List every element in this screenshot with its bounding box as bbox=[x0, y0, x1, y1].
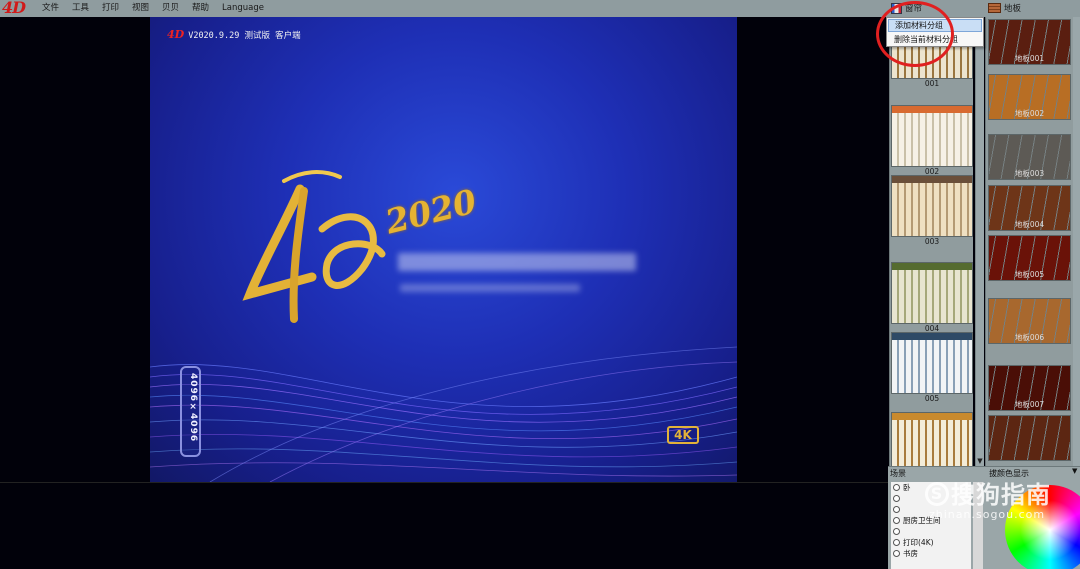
menu-tools[interactable]: 工具 bbox=[72, 2, 89, 14]
radio-icon[interactable] bbox=[893, 539, 900, 546]
menu-help[interactable]: 帮助 bbox=[192, 2, 209, 14]
curtain-label: 001 bbox=[924, 79, 940, 88]
scene-panel: 场景 卧厨房卫生间打印(4K) 书房 bbox=[888, 466, 985, 569]
scene-option[interactable] bbox=[891, 526, 971, 537]
version-label: 4D V2020.9.29 测试版 客户端 bbox=[167, 28, 301, 41]
blurred-subtitle bbox=[400, 284, 580, 292]
menu-print[interactable]: 打印 bbox=[102, 2, 119, 14]
curtain-image bbox=[891, 175, 973, 237]
floor-label: 地板004 bbox=[1014, 220, 1045, 229]
splash-screen: 4D V2020.9.29 测试版 客户端 2020 4096×4096 4K bbox=[150, 17, 737, 482]
floor-label: 地板002 bbox=[1014, 109, 1045, 118]
floor-icon bbox=[988, 3, 1001, 13]
curtain-thumbnail[interactable]: 003 bbox=[891, 175, 973, 247]
scroll-down-icon[interactable]: ▼ bbox=[977, 457, 983, 465]
curtain-thumbnail-panel: 001 002 003 004 005 bbox=[889, 17, 973, 466]
radio-icon[interactable] bbox=[893, 517, 900, 524]
floor-label: 地板007 bbox=[1014, 400, 1045, 409]
floor-thumbnail[interactable]: 地板002 bbox=[988, 74, 1071, 122]
floor-thumbnail[interactable] bbox=[988, 415, 1071, 463]
radio-icon[interactable] bbox=[893, 495, 900, 502]
blurred-slogan bbox=[398, 253, 636, 271]
menu-item-delete-material-group[interactable]: 删除当前材料分组 bbox=[888, 33, 982, 46]
mini-logo: 4D bbox=[167, 28, 185, 41]
resolution-text: 4096×4096 bbox=[188, 373, 198, 443]
scene-list: 卧厨房卫生间打印(4K) 书房 bbox=[891, 482, 971, 569]
curtain-thumbnail[interactable]: 005 bbox=[891, 332, 973, 404]
color-wheel-center bbox=[1020, 500, 1080, 560]
menu-item-add-material-group[interactable]: 添加材料分组 bbox=[888, 19, 982, 32]
radio-icon[interactable] bbox=[893, 506, 900, 513]
badge-4k: 4K bbox=[667, 426, 699, 444]
curtain-image bbox=[891, 105, 973, 167]
gold-4d-logo bbox=[242, 170, 386, 323]
floor-label: 地板001 bbox=[1014, 54, 1045, 63]
tab-floor-label: 地板 bbox=[1004, 4, 1022, 14]
menu-language[interactable]: Language bbox=[222, 2, 264, 14]
scene-option[interactable] bbox=[891, 504, 971, 515]
scene-option-label: 厨房卫生间 bbox=[903, 516, 941, 525]
app-logo: 4D bbox=[2, 0, 26, 17]
scene-option[interactable]: 书房 bbox=[891, 548, 971, 559]
curtain-thumbnail[interactable]: 002 bbox=[891, 105, 973, 177]
scene-option[interactable]: 卧 bbox=[891, 482, 971, 493]
scene-title: 场景 bbox=[890, 469, 906, 478]
app-window: 4D 文件 工具 打印 视图 贝贝 帮助 Language 窗帘 地板 4D V… bbox=[0, 0, 1080, 569]
curtain-image bbox=[891, 412, 973, 466]
curtain-label: 003 bbox=[924, 237, 940, 246]
scene-option-label: 卧 bbox=[903, 483, 911, 492]
floor-label: 地板005 bbox=[1014, 270, 1045, 279]
floor-label: 地板003 bbox=[1014, 169, 1045, 178]
scene-scrollbar[interactable] bbox=[973, 482, 983, 569]
scene-option-label: 打印(4K) bbox=[903, 538, 934, 547]
tab-curtain-label: 窗帘 bbox=[905, 4, 923, 14]
floor-image bbox=[988, 415, 1071, 461]
scene-option[interactable] bbox=[891, 493, 971, 504]
color-panel-title: 拔颜色显示 bbox=[989, 469, 1029, 478]
floor-thumbnail[interactable]: 地板003 bbox=[988, 134, 1071, 182]
tab-floor[interactable]: 地板 bbox=[988, 2, 1021, 14]
scene-option-label: 书房 bbox=[903, 549, 918, 558]
floor-thumbnail[interactable]: 地板006 bbox=[988, 298, 1071, 346]
color-panel: 拔颜色显示 bbox=[985, 466, 1080, 569]
bottom-empty-area bbox=[0, 482, 888, 569]
curtain-label: 005 bbox=[924, 394, 940, 403]
menu-beibei[interactable]: 贝贝 bbox=[162, 2, 179, 14]
curtain-scrollbar[interactable]: ▲ ▼ bbox=[975, 17, 984, 466]
floor-thumbnail-panel: 地板001 地板002 地板003 地板004 地板005 地板006 地板007 bbox=[985, 17, 1073, 466]
menu-view[interactable]: 视图 bbox=[132, 2, 149, 14]
curtain-thumbnail[interactable]: 004 bbox=[891, 262, 973, 334]
context-menu: 添加材料分组 删除当前材料分组 bbox=[886, 17, 984, 47]
floor-scrollbar[interactable] bbox=[1073, 17, 1080, 466]
year-text: 2020 bbox=[381, 181, 481, 242]
tab-curtain[interactable]: 窗帘 bbox=[891, 2, 922, 14]
curtain-thumbnail[interactable] bbox=[891, 412, 973, 466]
wave-lines-decoration bbox=[150, 346, 737, 482]
resolution-tag: 4096×4096 bbox=[180, 366, 201, 457]
scene-option[interactable]: 厨房卫生间 bbox=[891, 515, 971, 526]
radio-icon[interactable] bbox=[893, 528, 900, 535]
curtain-icon bbox=[891, 2, 902, 14]
floor-thumbnail[interactable]: 地板005 bbox=[988, 235, 1071, 283]
radio-icon[interactable] bbox=[893, 484, 900, 491]
floor-label: 地板006 bbox=[1014, 333, 1045, 342]
radio-icon[interactable] bbox=[893, 550, 900, 557]
menu-bar: 4D 文件 工具 打印 视图 贝贝 帮助 Language 窗帘 地板 bbox=[0, 0, 1080, 17]
floor-thumbnail[interactable]: 地板007 bbox=[988, 365, 1071, 413]
scene-option[interactable]: 打印(4K) bbox=[891, 537, 971, 548]
floor-thumbnail[interactable]: 地板001 bbox=[988, 19, 1071, 67]
curtain-image bbox=[891, 332, 973, 394]
collapse-arrow-icon[interactable]: ▼ bbox=[1072, 467, 1077, 475]
version-text: V2020.9.29 测试版 客户端 bbox=[188, 30, 301, 41]
menu-file[interactable]: 文件 bbox=[42, 2, 59, 14]
curtain-image bbox=[891, 262, 973, 324]
floor-thumbnail[interactable]: 地板004 bbox=[988, 185, 1071, 233]
